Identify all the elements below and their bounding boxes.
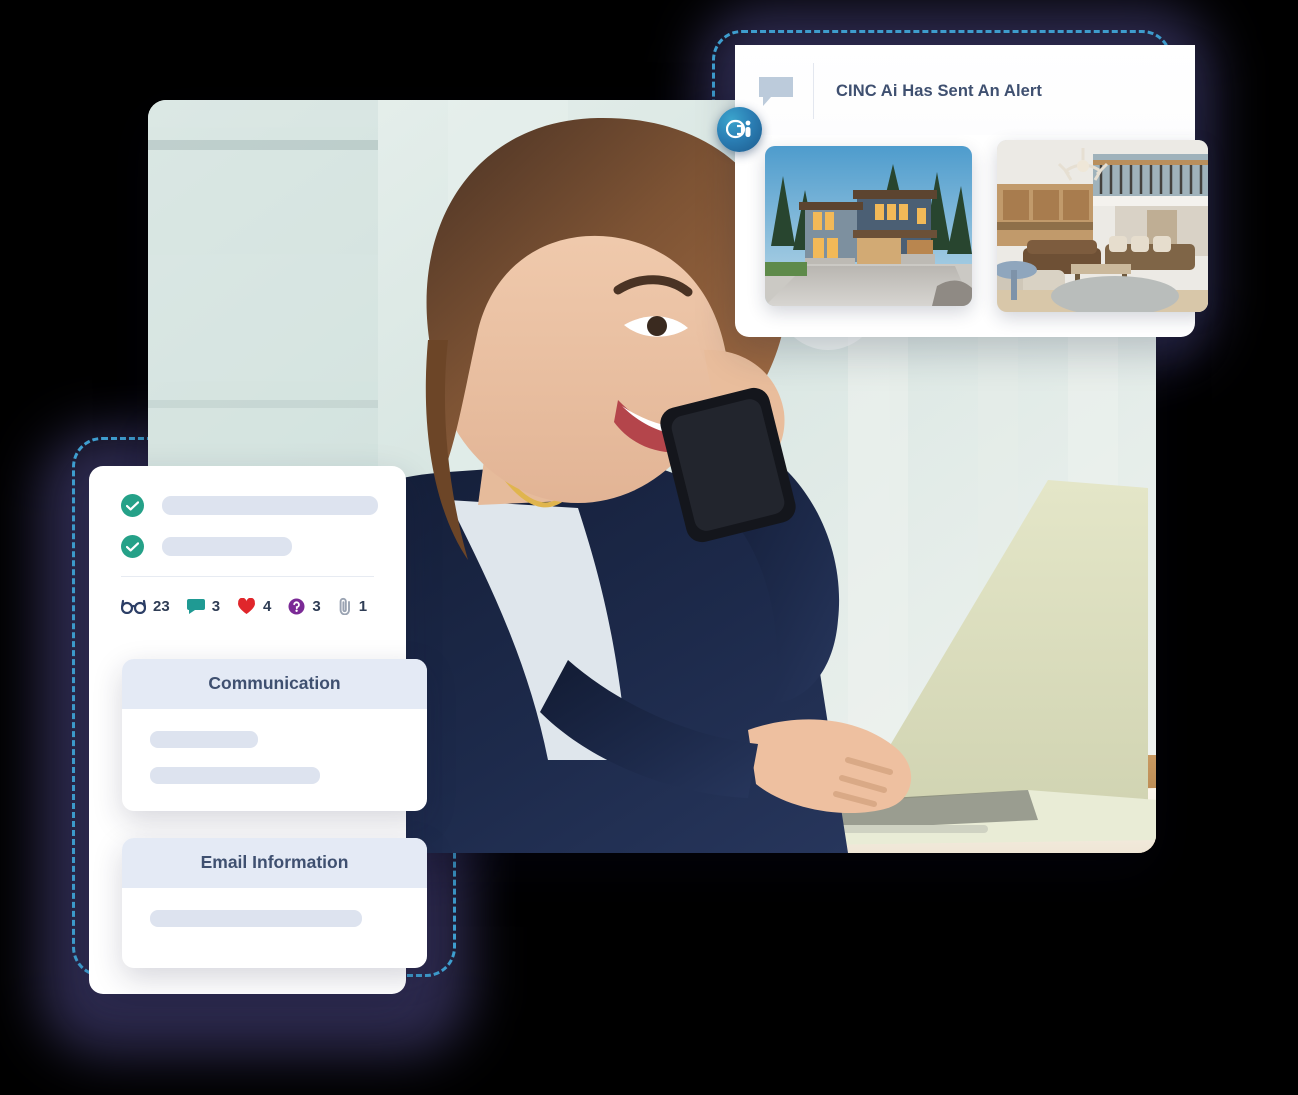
stat-comments-count: 3 (211, 597, 221, 615)
property-photo-interior[interactable] (997, 140, 1208, 312)
property-photo-exterior[interactable] (765, 146, 972, 306)
paperclip-icon (338, 597, 352, 615)
stat-attachments-count: 1 (358, 597, 368, 615)
communication-row-1-skeleton (150, 731, 258, 748)
stat-favorites-count: 4 (263, 597, 272, 615)
email-information-card[interactable]: Email Information (122, 838, 427, 968)
communication-row-2-skeleton (150, 767, 320, 784)
stat-attachments[interactable]: 1 (338, 597, 367, 615)
glasses-icon (121, 599, 146, 614)
alert-card-header: CINC Ai Has Sent An Alert (735, 45, 1195, 135)
email-row-1-skeleton (150, 910, 362, 927)
speech-bubble-icon (757, 74, 795, 108)
question-icon (288, 598, 305, 615)
stats-row: 23 3 4 3 1 (89, 577, 406, 615)
stat-questions[interactable]: 3 (288, 597, 321, 615)
communication-card-title: Communication (122, 659, 427, 709)
check-item-2[interactable] (121, 535, 382, 558)
check-item-1[interactable] (121, 494, 382, 517)
email-information-card-body (122, 888, 427, 927)
check-circle-icon (121, 535, 144, 558)
alert-title: CINC Ai Has Sent An Alert (836, 81, 1043, 100)
stat-views-count: 23 (153, 597, 170, 615)
header-divider (813, 63, 814, 119)
stat-favorites[interactable]: 4 (237, 597, 272, 615)
check-circle-icon (121, 494, 144, 517)
communication-card[interactable]: Communication (122, 659, 427, 811)
stat-views[interactable]: 23 (121, 598, 170, 615)
composite-stage: CINC Ai Has Sent An Alert 23 3 4 3 1 Com… (0, 0, 1298, 1095)
heart-icon (237, 597, 256, 615)
email-information-card-title: Email Information (122, 838, 427, 888)
stat-questions-count: 3 (312, 597, 321, 615)
chat-icon (186, 598, 205, 614)
checklist (89, 466, 406, 558)
check-item-2-skeleton (162, 537, 292, 556)
stat-comments[interactable]: 3 (186, 597, 221, 615)
check-item-1-skeleton (162, 496, 378, 515)
cinc-ai-badge[interactable] (717, 107, 762, 152)
communication-card-body (122, 709, 427, 784)
